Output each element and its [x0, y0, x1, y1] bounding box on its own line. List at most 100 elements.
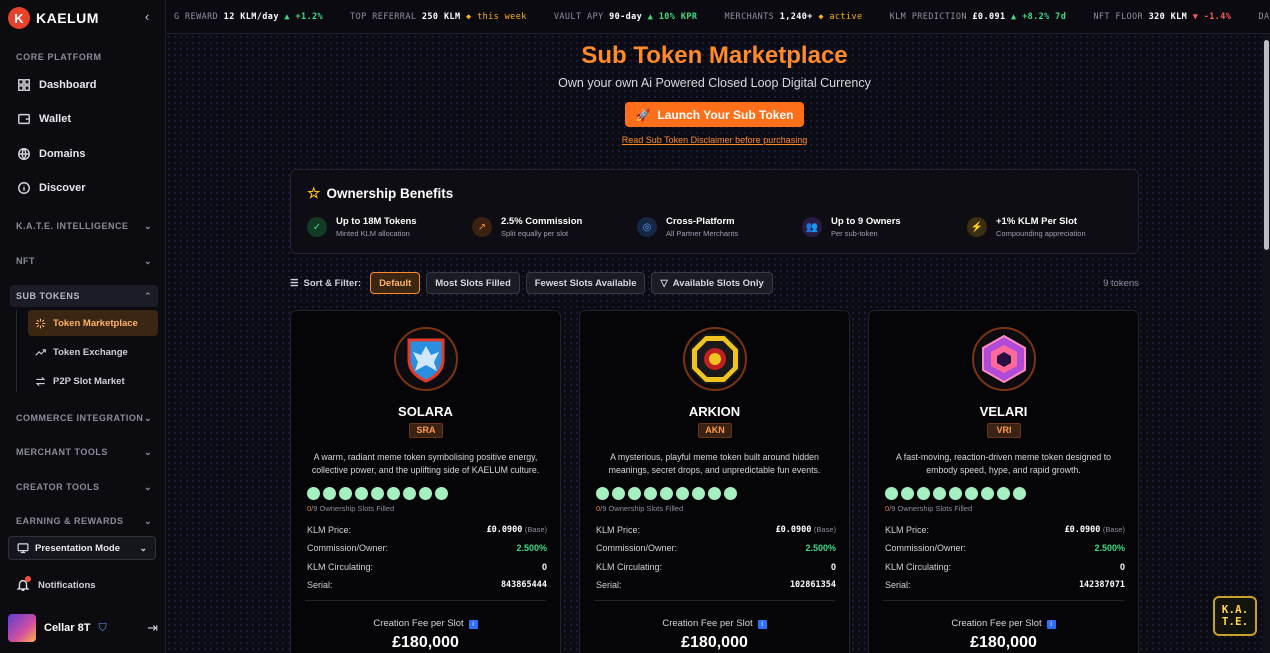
token-card-arkion[interactable]: ARKION AKN A mysterious, playful meme to… [579, 310, 850, 653]
launch-sub-token-button[interactable]: 🚀 Launch Your Sub Token [625, 102, 804, 127]
token-description: A warm, radiant meme token symbolising p… [311, 452, 540, 475]
slot-indicator[interactable] [981, 487, 994, 500]
slot-indicator[interactable] [676, 487, 689, 500]
slot-indicator[interactable] [933, 487, 946, 500]
slot-indicator[interactable] [885, 487, 898, 500]
slot-indicator[interactable] [307, 487, 320, 500]
sliders-icon: ☰ [290, 277, 299, 289]
sort-default-button[interactable]: Default [370, 272, 421, 294]
fee-value: £180,000 [681, 634, 748, 651]
commission-row: Commission/Owner: 2.500% [307, 543, 547, 553]
slot-indicator[interactable] [724, 487, 737, 500]
slot-indicator[interactable] [949, 487, 962, 500]
slot-indicator[interactable] [323, 487, 336, 500]
slot-indicator[interactable] [644, 487, 657, 500]
octagon-seal-icon [683, 327, 747, 391]
slots-filled-text: 0/9 Ownership Slots Filled [307, 504, 395, 513]
serial-value: 142387071 [1078, 580, 1125, 590]
chevron-down-icon: ⌄ [143, 255, 152, 266]
main-content: Sub Token Marketplace Own your own Ai Po… [166, 34, 1263, 653]
collapse-sidebar-icon[interactable]: ‹ [140, 9, 154, 25]
sidebar-group-merchant-tools[interactable]: MERCHANT TOOLS ⌄ [10, 441, 158, 463]
benefit-subtitle: Minted KLM allocation [336, 229, 410, 238]
slot-indicator[interactable] [355, 487, 368, 500]
kate-assistant-button[interactable]: K.A. T.E. [1213, 596, 1257, 636]
sort-fewest-available-button[interactable]: Fewest Slots Available [525, 272, 646, 294]
token-card-velari[interactable]: VELARI VRI A fast-moving, reaction-drive… [868, 310, 1139, 653]
sidebar-group-kate[interactable]: K.A.T.E. INTELLIGENCE ⌄ [10, 215, 158, 237]
ticker-item: TOP REFERRAL 250 KLM ◆ this week [350, 12, 527, 22]
sidebar-item-label: Token Marketplace [53, 317, 138, 329]
info-icon[interactable]: i [1046, 620, 1056, 629]
sidebar-item-label: Token Exchange [53, 346, 128, 358]
disclaimer-link[interactable]: Read Sub Token Disclaimer before purchas… [166, 135, 1263, 145]
slot-indicator[interactable] [901, 487, 914, 500]
sidebar-item-token-marketplace[interactable]: Token Marketplace [28, 310, 158, 336]
slot-indicator[interactable] [965, 487, 978, 500]
user-profile[interactable]: Cellar 8T ⛉ ⇥ [8, 614, 158, 642]
brand-logo[interactable]: K KAELUM [8, 6, 99, 30]
slot-indicator[interactable] [628, 487, 641, 500]
slots-filled-text: 0/9 Ownership Slots Filled [596, 504, 684, 513]
slot-indicator[interactable] [997, 487, 1010, 500]
benefit-title: 2.5% Commission [501, 216, 583, 227]
notifications-link[interactable]: Notifications [16, 576, 96, 592]
slot-indicator[interactable] [1013, 487, 1026, 500]
market-ticker: G REWARD 12 KLM/day ▲ +1.2% TOP REFERRAL… [166, 0, 1270, 34]
filter-available-only-button[interactable]: ▽ Available Slots Only [651, 272, 773, 294]
slot-indicator[interactable] [692, 487, 705, 500]
sort-filter-label: ☰ Sort & Filter: [290, 278, 361, 289]
launch-button-label: Launch Your Sub Token [657, 107, 794, 122]
sidebar-item-token-exchange[interactable]: Token Exchange [28, 339, 158, 365]
presentation-mode-label: Presentation Mode [35, 542, 120, 554]
users-icon: 👥 [802, 217, 822, 237]
sidebar-item-discover[interactable]: Discover [10, 175, 158, 201]
slot-indicator[interactable] [660, 487, 673, 500]
circulating-value: 0 [541, 562, 547, 572]
base-tag: (Base) [524, 525, 547, 534]
logout-icon[interactable]: ⇥ [147, 620, 158, 636]
benefit-cross-platform: ◎ Cross-Platform All Partner Merchants [637, 216, 738, 238]
app-root: K KAELUM ‹ CORE PLATFORM Dashboard Walle… [0, 0, 1270, 653]
slot-indicator[interactable] [371, 487, 384, 500]
slot-indicator[interactable] [596, 487, 609, 500]
slot-indicator[interactable] [419, 487, 432, 500]
serial-row: Serial: 843865444 [307, 580, 547, 590]
sidebar-group-nft[interactable]: NFT ⌄ [10, 250, 158, 272]
serial-row: Serial: 142387071 [885, 580, 1125, 590]
slot-indicator[interactable] [387, 487, 400, 500]
info-icon[interactable]: i [757, 620, 767, 629]
slot-indicator[interactable] [403, 487, 416, 500]
user-name: Cellar 8T [44, 622, 91, 634]
sidebar-item-dashboard[interactable]: Dashboard [10, 72, 158, 98]
page-subtitle: Own your own Ai Powered Closed Loop Digi… [558, 76, 871, 90]
benefit-title: +1% KLM Per Slot [996, 216, 1078, 227]
group-label: EARNING & REWARDS [16, 516, 124, 526]
serial-label: Serial: [885, 580, 911, 590]
sidebar-group-creator-tools[interactable]: CREATOR TOOLS ⌄ [10, 476, 158, 498]
sparkle-icon [35, 318, 46, 328]
sidebar-group-earning-rewards[interactable]: EARNING & REWARDS ⌄ [10, 510, 158, 532]
sidebar-item-wallet[interactable]: Wallet [10, 106, 158, 132]
base-tag: (Base) [1102, 525, 1125, 534]
slot-indicator[interactable] [339, 487, 352, 500]
slot-indicator[interactable] [708, 487, 721, 500]
sidebar-item-label: Domains [39, 148, 86, 160]
serial-label: Serial: [307, 580, 333, 590]
scrollbar-thumb[interactable] [1264, 40, 1269, 250]
sidebar-item-domains[interactable]: Domains [10, 141, 158, 167]
slot-indicator[interactable] [435, 487, 448, 500]
sort-most-filled-button[interactable]: Most Slots Filled [426, 272, 520, 294]
sidebar-group-sub-tokens[interactable]: SUB TOKENS ⌃ [10, 285, 158, 307]
info-icon[interactable]: i [468, 620, 478, 629]
sidebar-item-p2p-slot-market[interactable]: P2P Slot Market [28, 368, 158, 394]
slot-indicator[interactable] [612, 487, 625, 500]
token-card-solara[interactable]: SOLARA SRA A warm, radiant meme token sy… [290, 310, 561, 653]
token-description: A fast-moving, reaction-driven meme toke… [895, 452, 1112, 475]
commission-label: Commission/Owner: [307, 543, 389, 553]
fee-label: Creation Fee per Slot i [869, 618, 1138, 629]
price-row: KLM Price: £0.0900 (Base) [307, 524, 547, 536]
sidebar-group-commerce[interactable]: COMMERCE INTEGRATION ⌄ [10, 407, 158, 429]
slot-indicator[interactable] [917, 487, 930, 500]
presentation-mode-select[interactable]: Presentation Mode ⌄ [8, 536, 156, 560]
